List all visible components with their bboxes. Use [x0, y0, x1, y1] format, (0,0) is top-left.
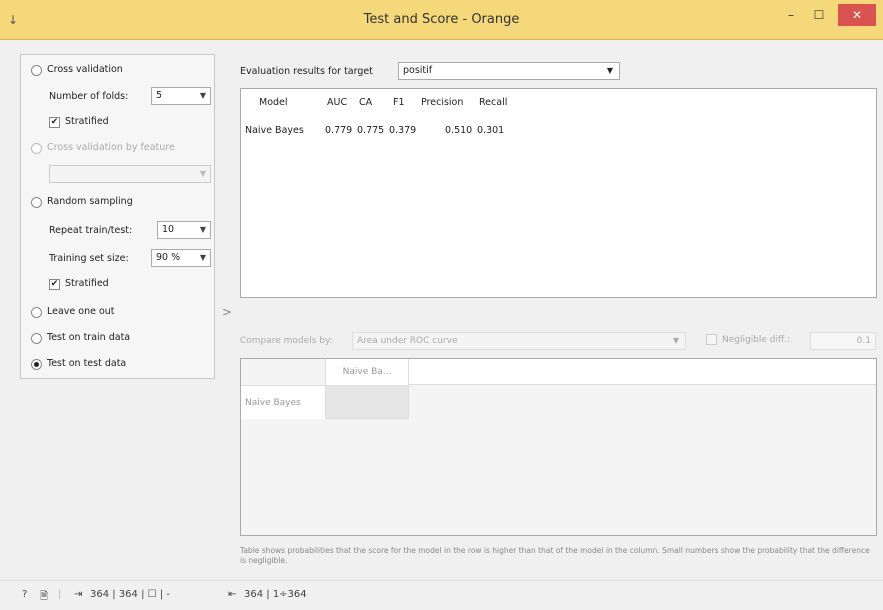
window-title: Test and Score - Orange [363, 12, 520, 27]
cell-auc: 0.779 [325, 125, 353, 136]
cross-validation-radio[interactable] [31, 65, 42, 76]
test-on-test-radio[interactable] [31, 359, 42, 370]
chevron-down-icon: ▼ [672, 336, 679, 345]
document-icon[interactable]: 🗎 [40, 589, 48, 606]
leave-one-out-radio[interactable] [31, 307, 42, 318]
col-precision[interactable]: Precision [421, 97, 463, 108]
comparison-row-header: Naive Bayes [241, 385, 325, 419]
stratified-label-1: Stratified [65, 116, 109, 127]
compare-select[interactable]: Area under ROC curve ▼ [352, 332, 686, 350]
random-sampling-radio[interactable] [31, 197, 42, 208]
sampling-panel: Cross validation Number of folds: 5 ▼ ✔ … [20, 54, 215, 379]
target-select[interactable]: positif ▼ [398, 62, 620, 80]
stratified-checkbox-2[interactable]: ✔ [49, 279, 60, 290]
test-on-train-radio[interactable] [31, 333, 42, 344]
chevron-right-icon[interactable]: > [222, 305, 232, 319]
col-recall[interactable]: Recall [479, 97, 507, 108]
chevron-down-icon: ▼ [606, 66, 613, 75]
output-icon: ⇤ [228, 589, 237, 600]
cv-feature-select[interactable]: ▼ [49, 165, 211, 183]
input-summary: 364 | 364 | ☐ | - [90, 589, 170, 600]
negligible-spinbox[interactable]: 0.1 [810, 332, 876, 350]
target-value: positif [403, 65, 433, 76]
status-bar: ? 🗎 | ⇥ 364 | 364 | ☐ | - ⇤ 364 | 1÷364 [0, 580, 883, 610]
title-bar: ↓ Test and Score - Orange – ☐ ✕ [0, 0, 883, 40]
help-icon[interactable]: ? [22, 589, 27, 600]
train-size-select[interactable]: 90 % ▼ [151, 249, 211, 267]
stratified-checkbox-1[interactable]: ✔ [49, 117, 60, 128]
maximize-button[interactable]: ☐ [808, 4, 830, 26]
cell-model: Naive Bayes [245, 125, 304, 136]
negligible-label: Negligible diff.: [722, 335, 791, 345]
col-f1[interactable]: F1 [393, 97, 405, 108]
repeat-label: Repeat train/test: [49, 225, 133, 236]
cell-f1: 0.379 [389, 125, 417, 136]
input-icon: ⇥ [74, 589, 83, 600]
chevron-down-icon: ▼ [199, 225, 206, 234]
train-size-value: 90 % [156, 252, 181, 263]
chevron-down-icon: ▼ [199, 253, 206, 262]
test-on-test-label: Test on test data [47, 358, 127, 369]
col-model[interactable]: Model [259, 97, 288, 108]
random-sampling-label: Random sampling [47, 196, 133, 207]
cv-feature-radio[interactable] [31, 143, 42, 154]
cell-recall: 0.301 [477, 125, 505, 136]
close-button[interactable]: ✕ [838, 4, 876, 26]
repeat-value: 10 [162, 224, 175, 235]
results-table: Model AUC CA F1 Precision Recall Naive B… [240, 88, 877, 298]
comparison-cell [325, 385, 409, 419]
folds-select[interactable]: 5 ▼ [151, 87, 211, 105]
col-ca[interactable]: CA [359, 97, 372, 108]
comparison-note: Table shows probabilities that the score… [240, 546, 870, 565]
comparison-col-header: Naive Ba... [325, 359, 409, 385]
folds-label: Number of folds: [49, 91, 129, 102]
test-on-train-label: Test on train data [47, 332, 131, 343]
cell-ca: 0.775 [357, 125, 385, 136]
col-auc[interactable]: AUC [327, 97, 347, 108]
comparison-table: Naive Ba... Naive Bayes [240, 358, 877, 536]
minimize-button[interactable]: – [780, 4, 802, 26]
train-size-label: Training set size: [49, 253, 129, 264]
chevron-down-icon: ▼ [199, 169, 206, 178]
folds-value: 5 [156, 90, 163, 101]
compare-label: Compare models by: [240, 336, 333, 346]
compare-value: Area under ROC curve [357, 336, 458, 346]
separator: | [58, 589, 62, 600]
output-summary: 364 | 1÷364 [244, 589, 307, 600]
stratified-label-2: Stratified [65, 278, 109, 289]
cv-feature-label: Cross validation by feature [47, 142, 175, 153]
negligible-checkbox[interactable] [706, 334, 717, 345]
repeat-select[interactable]: 10 ▼ [157, 221, 211, 239]
target-label: Evaluation results for target [240, 66, 373, 77]
cell-precision: 0.510 [445, 125, 473, 136]
chevron-down-icon: ▼ [199, 91, 206, 100]
cross-validation-label: Cross validation [47, 64, 123, 75]
leave-one-out-label: Leave one out [47, 306, 115, 317]
comparison-header-fill [409, 359, 876, 385]
